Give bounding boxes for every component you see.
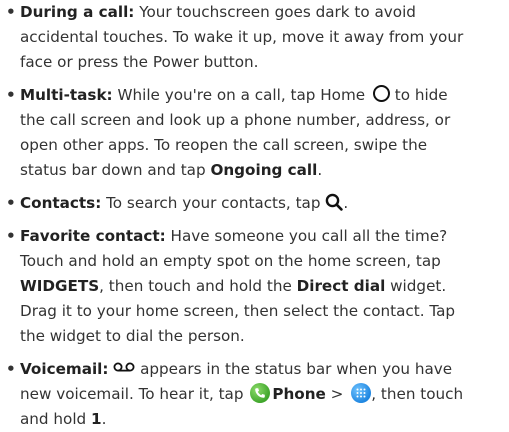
item-title: Voicemail: [20,360,109,378]
line: Favorite contact: Have someone you call … [20,224,447,249]
item-title: During a call: [20,3,135,21]
direct-dial-label: Direct dial [296,277,386,295]
line: status bar down and tap Ongoing call. [20,158,322,183]
line: Touch and hold an empty spot on the home… [20,249,441,274]
item-text: Your touchscreen goes dark to avoid [139,3,416,21]
punctuation: . [317,161,323,179]
key-label: 1 [91,410,102,428]
voicemail-icon [113,361,135,373]
bullet: • [6,194,16,212]
item-title: Multi-task: [20,86,113,104]
line: face or press the Power button. [20,50,259,75]
item-text: , then touch and hold the [99,277,292,295]
item-text: widget. [390,277,447,295]
line: During a call: Your touchscreen goes dar… [20,0,416,25]
line: the call screen and look up a phone numb… [20,108,450,133]
item-text: While you're on a call, tap Home [117,86,366,104]
item-text: To search your contacts, tap [106,194,321,212]
line: accidental touches. To wake it up, move … [20,25,463,50]
item-text: to hide [394,86,448,104]
item-text: open other apps. To reopen the call scre… [20,136,428,154]
ongoing-call-label: Ongoing call [210,161,318,179]
bullet: • [6,227,16,245]
item-text: Touch and hold an empty spot on the home… [20,252,441,270]
item-title: Contacts: [20,194,102,212]
item-text: new voicemail. To hear it, tap [20,385,244,403]
line: open other apps. To reopen the call scre… [20,133,427,158]
dialpad-icon [351,382,372,403]
item-text: appears in the status bar when you have [140,360,453,378]
item-text: status bar down and tap [20,161,206,179]
item-text: face or press the Power button. [20,53,259,71]
item-title: Favorite contact: [20,227,166,245]
item-text: the widget to dial the person. [20,327,245,345]
item-text: and hold [20,410,87,428]
item-text: , then touch [371,385,464,403]
line: Drag it to your home screen, then select… [20,299,455,324]
widgets-label: WIDGETS [20,277,100,295]
item-text: Have someone you call all the time? [170,227,448,245]
separator: > [330,385,344,403]
punctuation: . [343,194,349,212]
line: new voicemail. To hear it, tap Phone > ,… [20,382,463,407]
line: Contacts: To search your contacts, tap . [20,191,348,216]
item-text: the call screen and look up a phone numb… [20,111,451,129]
phone-label: Phone [272,385,326,403]
line: the widget to dial the person. [20,324,245,349]
line: and hold 1. [20,407,106,432]
line: Voicemail: appears in the status bar whe… [20,357,452,382]
bullet: • [6,3,16,21]
bullet: • [6,86,16,104]
item-text: accidental touches. To wake it up, move … [20,28,464,46]
home-circle-icon [372,85,390,102]
item-text: Drag it to your home screen, then select… [20,302,456,320]
line: Multi-task: While you're on a call, tap … [20,83,448,108]
phone-app-icon [250,382,271,403]
search-icon [325,193,344,211]
bullet: • [6,360,16,378]
punctuation: . [101,410,107,428]
line: WIDGETS, then touch and hold the Direct … [20,274,446,299]
